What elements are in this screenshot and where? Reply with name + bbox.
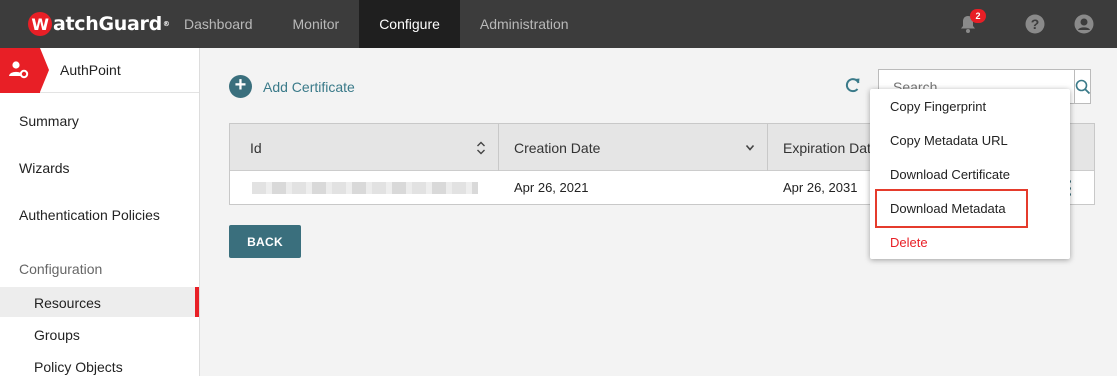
- tab-configure[interactable]: Configure: [359, 0, 460, 48]
- add-certificate-label: Add Certificate: [263, 78, 355, 95]
- redacted-id: [252, 181, 478, 194]
- row-actions-menu: Copy Fingerprint Copy Metadata URL Downl…: [870, 89, 1070, 259]
- tab-administration[interactable]: Administration: [460, 0, 589, 48]
- column-header-id[interactable]: Id: [230, 124, 499, 171]
- logo-letter: W: [28, 12, 52, 36]
- column-label-expiration-date: Expiration Date: [783, 139, 879, 156]
- sidebar-section-configuration[interactable]: Configuration: [19, 261, 102, 277]
- search-button[interactable]: [1074, 70, 1091, 103]
- plus-icon: +: [229, 75, 252, 98]
- sidebar-item-summary[interactable]: Summary: [19, 113, 79, 129]
- chevron-down-icon: [745, 144, 755, 151]
- sidebar-item-wizards[interactable]: Wizards: [19, 160, 70, 176]
- sidebar-item-policy-objects[interactable]: Policy Objects: [34, 359, 123, 375]
- column-label-id: Id: [250, 139, 262, 156]
- refresh-icon[interactable]: [843, 75, 863, 95]
- top-bar: WatchGuard ® Dashboard Monitor Configure …: [0, 0, 1117, 48]
- logo-text: atchGuard: [53, 13, 162, 35]
- sidebar-active-indicator: [195, 287, 199, 317]
- menu-item-copy-fingerprint[interactable]: Copy Fingerprint: [890, 99, 986, 114]
- cell-id: [230, 181, 499, 194]
- highlight-box: [875, 189, 1028, 228]
- sidebar-item-authentication-policies[interactable]: Authentication Policies: [19, 207, 160, 223]
- product-header[interactable]: AuthPoint: [0, 47, 199, 93]
- menu-item-delete[interactable]: Delete: [890, 235, 928, 250]
- tab-monitor[interactable]: Monitor: [273, 0, 360, 48]
- back-button[interactable]: BACK: [229, 225, 301, 258]
- tab-dashboard[interactable]: Dashboard: [164, 0, 273, 48]
- product-title: AuthPoint: [60, 62, 121, 78]
- authpoint-icon: [0, 47, 49, 93]
- sidebar-item-groups[interactable]: Groups: [34, 327, 80, 343]
- main-nav: Dashboard Monitor Configure Administrati…: [164, 0, 589, 48]
- menu-item-download-certificate[interactable]: Download Certificate: [890, 167, 1010, 182]
- sidebar-item-resources[interactable]: Resources: [34, 295, 101, 311]
- column-header-creation-date[interactable]: Creation Date: [499, 124, 768, 171]
- sort-icon: [477, 141, 485, 155]
- svg-text:?: ?: [1031, 16, 1040, 32]
- column-label-creation-date: Creation Date: [514, 139, 601, 156]
- notification-badge: 2: [970, 9, 986, 23]
- watchguard-logo[interactable]: WatchGuard ®: [28, 12, 170, 36]
- cell-creation-date: Apr 26, 2021: [514, 180, 589, 195]
- sidebar: AuthPoint Summary Wizards Authentication…: [0, 47, 200, 376]
- menu-item-copy-metadata-url[interactable]: Copy Metadata URL: [890, 133, 1008, 148]
- help-icon[interactable]: ?: [1025, 14, 1045, 34]
- add-certificate-button[interactable]: + Add Certificate: [229, 75, 355, 98]
- search-icon: [1075, 79, 1091, 94]
- user-account-icon[interactable]: [1074, 14, 1094, 34]
